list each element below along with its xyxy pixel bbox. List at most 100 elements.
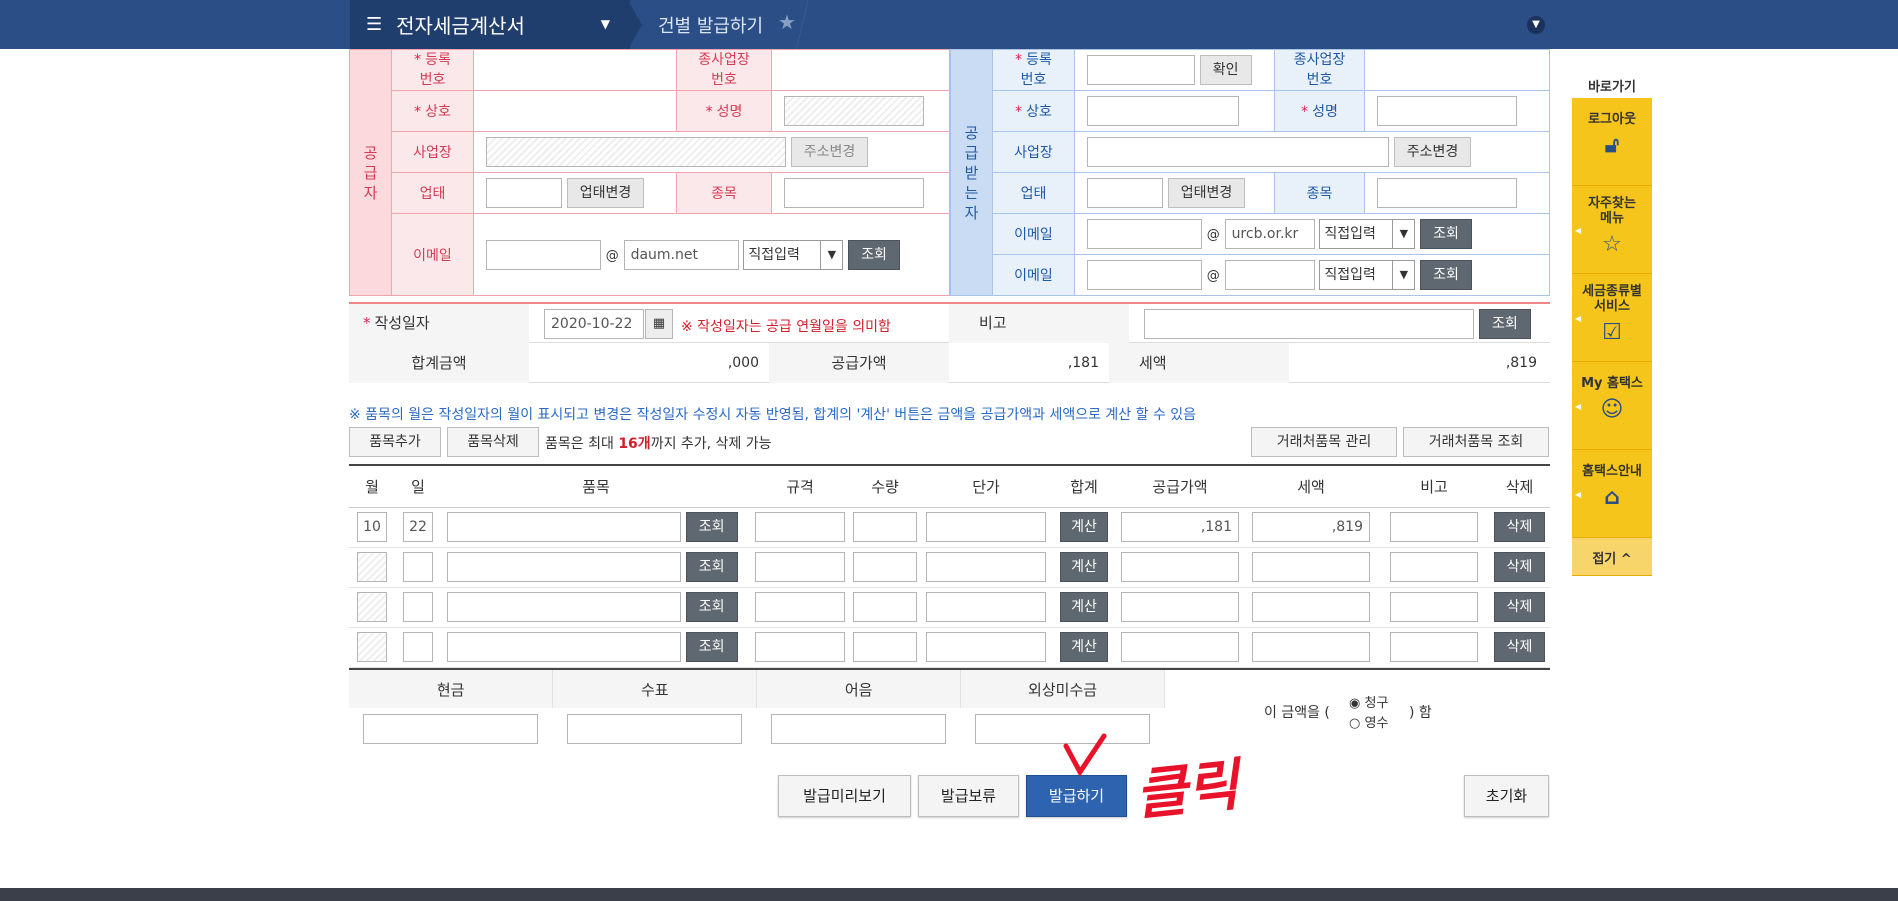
day-input[interactable] (403, 552, 433, 582)
collapse-circle-icon[interactable]: ▼ (1527, 16, 1545, 34)
calc-button[interactable]: 계산 (1060, 592, 1108, 622)
day-input[interactable]: 22 (403, 512, 433, 542)
receiver-email2-lookup-button[interactable]: 조회 (1420, 260, 1472, 290)
receiver-email-select[interactable]: 직접입력 ▼ (1319, 219, 1416, 249)
date-input[interactable]: 2020-10-22 (544, 309, 644, 339)
chevron-down-icon: ▼ (820, 240, 842, 269)
row-delete-button[interactable]: 삭제 (1493, 632, 1546, 662)
add-item-button[interactable]: 품목추가 (349, 427, 441, 457)
supplier-email-domain-input[interactable]: daum.net (623, 239, 739, 270)
row-remark-input[interactable] (1390, 512, 1478, 542)
totals-row: 합계금액 ,000 공급가액 ,181 세액 ,819 (349, 343, 1550, 383)
calc-button[interactable]: 계산 (1060, 552, 1108, 582)
supply-input[interactable] (1121, 592, 1239, 622)
qty-input[interactable] (853, 592, 917, 622)
supplier-table: 공급자 * 등록 번호 종사업장 번호 * 상호 * 성명 사업장 주소변경 업태 업… (349, 49, 950, 296)
row-remark-input[interactable] (1390, 552, 1478, 582)
receiver-item-label: 종목 (1274, 172, 1365, 214)
item-name-input[interactable] (447, 632, 681, 662)
item-name-input[interactable] (447, 552, 681, 582)
tax-input[interactable] (1252, 552, 1370, 582)
receiver-email-domain-input[interactable]: urcb.or.kr (1224, 219, 1315, 249)
price-input[interactable] (926, 552, 1046, 582)
qty-input[interactable] (853, 552, 917, 582)
receiver-subreg-label: 종사업장 번호 (1274, 49, 1365, 91)
calc-button[interactable]: 계산 (1060, 632, 1108, 662)
price-input[interactable] (926, 632, 1046, 662)
menu-dropdown[interactable]: ☰ 전자세금계산서 ▼ (350, 0, 630, 49)
item-lookup-button[interactable]: 조회 (685, 552, 738, 582)
row-remark-input[interactable] (1390, 592, 1478, 622)
row-remark-input[interactable] (1390, 632, 1478, 662)
reset-button[interactable]: 초기화 (1464, 775, 1549, 817)
item-name-input[interactable] (447, 512, 681, 542)
supply-input[interactable] (1121, 632, 1239, 662)
item-name-input[interactable] (447, 592, 681, 622)
receiver-biz-input[interactable] (1087, 178, 1163, 208)
spec-input[interactable] (755, 632, 845, 662)
receiver-name-input[interactable] (1087, 96, 1239, 126)
receiver-reg-input[interactable] (1087, 55, 1195, 85)
supplier-biz-button[interactable]: 업태변경 (566, 178, 645, 208)
quick-favorites[interactable]: ◀ 자주찾는 메뉴 ☆ (1572, 186, 1652, 274)
radio-claim[interactable]: ◉ 청구 (1349, 692, 1388, 711)
spec-input[interactable] (755, 512, 845, 542)
receiver-email-id-input[interactable] (1087, 219, 1202, 249)
tax-input[interactable]: ,819 (1252, 512, 1370, 542)
quick-my-hometax[interactable]: ◀ My 홈택스 ☺ (1572, 362, 1652, 450)
check-input[interactable] (567, 714, 743, 744)
receiver-email-lookup-button[interactable]: 조회 (1420, 219, 1472, 249)
row-delete-button[interactable]: 삭제 (1493, 592, 1546, 622)
receiver-email2-domain-input[interactable] (1224, 260, 1315, 290)
item-lookup-button[interactable]: 조회 (685, 512, 738, 542)
day-input[interactable] (403, 592, 433, 622)
radio-receipt[interactable]: ○ 영수 (1349, 712, 1388, 731)
calc-button[interactable]: 계산 (1060, 512, 1108, 542)
spec-input[interactable] (755, 552, 845, 582)
cash-input[interactable] (363, 714, 539, 744)
receiver-email2-id-input[interactable] (1087, 260, 1202, 290)
remark-lookup-button[interactable]: 조회 (1479, 309, 1531, 339)
supplier-email-lookup-button[interactable]: 조회 (848, 239, 900, 270)
price-input[interactable] (926, 512, 1046, 542)
receiver-biz-button[interactable]: 업태변경 (1167, 178, 1246, 208)
day-input[interactable] (403, 632, 433, 662)
receiver-ceo-input[interactable] (1377, 96, 1517, 126)
receiver-email2-select[interactable]: 직접입력 ▼ (1319, 260, 1416, 290)
partner-item-manage-button[interactable]: 거래처품목 관리 (1251, 427, 1397, 457)
breadcrumb-current[interactable]: 건별 발급하기 (658, 12, 763, 38)
supply-input[interactable] (1121, 552, 1239, 582)
quick-fold-button[interactable]: 접기 ^ (1572, 538, 1652, 576)
partner-item-lookup-button[interactable]: 거래처품목 조회 (1403, 427, 1549, 457)
note-input[interactable] (771, 714, 947, 744)
supplier-email-select[interactable]: 직접입력 ▼ (743, 239, 844, 270)
price-input[interactable] (926, 592, 1046, 622)
supply-input[interactable]: ,181 (1121, 512, 1239, 542)
quick-logout[interactable]: 로그아웃 🔓︎ (1572, 98, 1652, 186)
receiver-item-input[interactable] (1377, 178, 1517, 208)
calendar-icon[interactable]: ▦ (645, 309, 673, 339)
row-delete-button[interactable]: 삭제 (1493, 552, 1546, 582)
receiver-addr-input[interactable] (1087, 137, 1389, 167)
quick-guide[interactable]: ◀ 홈택스안내 ⌂ (1572, 450, 1652, 538)
preview-button[interactable]: 발급미리보기 (778, 775, 911, 817)
issue-button[interactable]: 발급하기 (1026, 775, 1127, 817)
supplier-biz-input[interactable] (486, 178, 562, 208)
delete-item-button[interactable]: 품목삭제 (447, 427, 539, 457)
qty-input[interactable] (853, 632, 917, 662)
spec-input[interactable] (755, 592, 845, 622)
supplier-email-id-input[interactable] (486, 239, 601, 270)
quick-tax-service[interactable]: ◀ 세금종류별 서비스 ☑ (1572, 274, 1652, 362)
item-lookup-button[interactable]: 조회 (685, 632, 738, 662)
item-lookup-button[interactable]: 조회 (685, 592, 738, 622)
qty-input[interactable] (853, 512, 917, 542)
supplier-item-input[interactable] (784, 178, 924, 208)
tax-input[interactable] (1252, 632, 1370, 662)
favorite-star-icon[interactable]: ★ (778, 10, 796, 34)
remark-input[interactable] (1144, 309, 1474, 339)
hold-button[interactable]: 발급보류 (918, 775, 1019, 817)
tax-input[interactable] (1252, 592, 1370, 622)
row-delete-button[interactable]: 삭제 (1493, 512, 1546, 542)
receiver-confirm-button[interactable]: 확인 (1199, 55, 1252, 85)
receiver-addr-button[interactable]: 주소변경 (1393, 137, 1472, 167)
